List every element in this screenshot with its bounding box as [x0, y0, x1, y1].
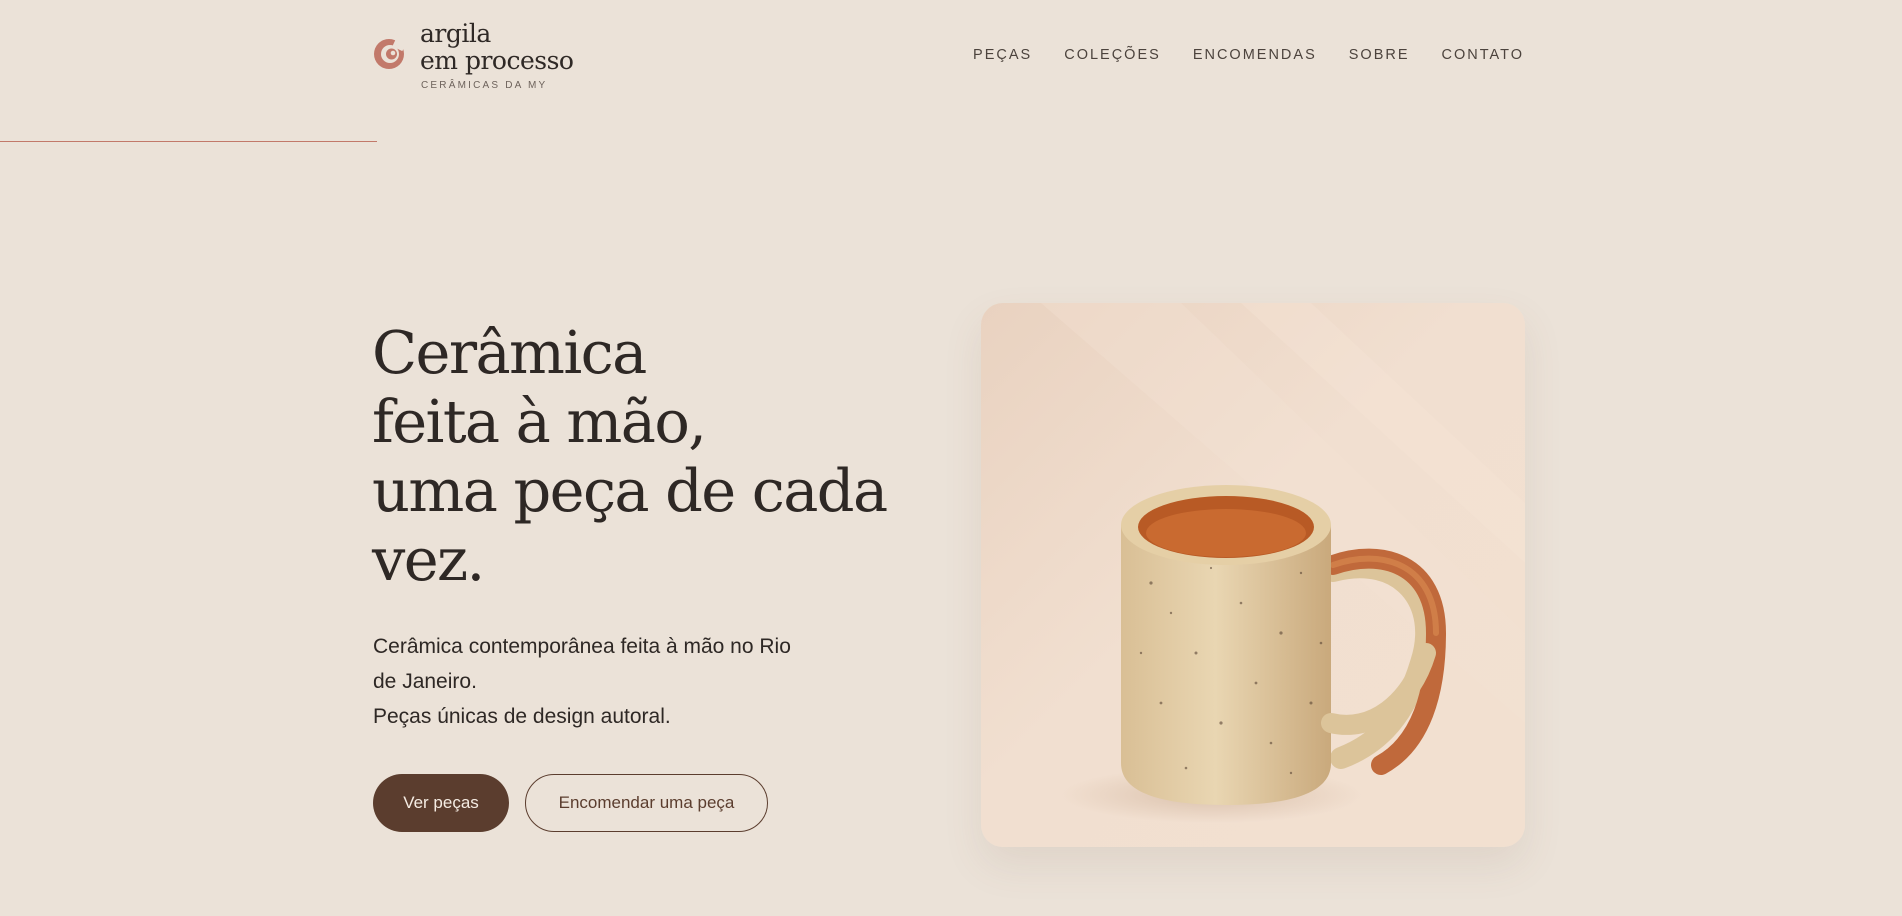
view-pieces-button[interactable]: Ver peças	[373, 774, 509, 832]
brand-name-line-2: em processo	[420, 46, 574, 75]
hero-product-photo	[981, 303, 1525, 847]
main-nav: PEÇAS COLEÇÕES ENCOMENDAS SOBRE CONTATO	[941, 47, 1524, 63]
spiral-logo-icon	[374, 38, 405, 69]
brand-logo-link[interactable]: argila em processo CERÂMICAS DA MY	[373, 19, 574, 91]
brand-tagline: CERÂMICAS DA MY	[421, 80, 548, 91]
hero-description-line: de Janeiro.	[373, 670, 477, 693]
hero-description-line: Peças únicas de design autoral.	[373, 705, 671, 728]
nav-item-encomendas[interactable]: ENCOMENDAS	[1193, 47, 1317, 63]
hero-title-line: feita à mão,	[372, 387, 707, 456]
order-piece-button[interactable]: Encomendar uma peça	[525, 774, 768, 832]
ceramic-mug-illustration	[1041, 303, 1525, 823]
brand-text: argila em processo CERÂMICAS DA MY	[420, 19, 574, 91]
nav-item-colecoes[interactable]: COLEÇÕES	[1064, 47, 1161, 63]
nav-item-contato[interactable]: CONTATO	[1442, 47, 1524, 63]
nav-item-pecas[interactable]: PEÇAS	[973, 47, 1032, 63]
header-divider	[0, 141, 377, 142]
hero-description: Cerâmica contemporânea feita à mão no Ri…	[373, 629, 843, 734]
hero-title-line: Cerâmica	[372, 318, 647, 387]
nav-item-sobre[interactable]: SOBRE	[1349, 47, 1410, 63]
hero-title-line: uma peça de cada	[372, 456, 888, 525]
hero-description-line: Cerâmica contemporânea feita à mão no Ri…	[373, 635, 791, 658]
brand-name-line-1: argila	[420, 19, 491, 48]
hero-title: Cerâmica feita à mão, uma peça de cada v…	[372, 318, 888, 594]
hero-title-line: vez.	[372, 525, 485, 594]
site-header: argila em processo CERÂMICAS DA MY PEÇAS…	[0, 0, 1902, 110]
